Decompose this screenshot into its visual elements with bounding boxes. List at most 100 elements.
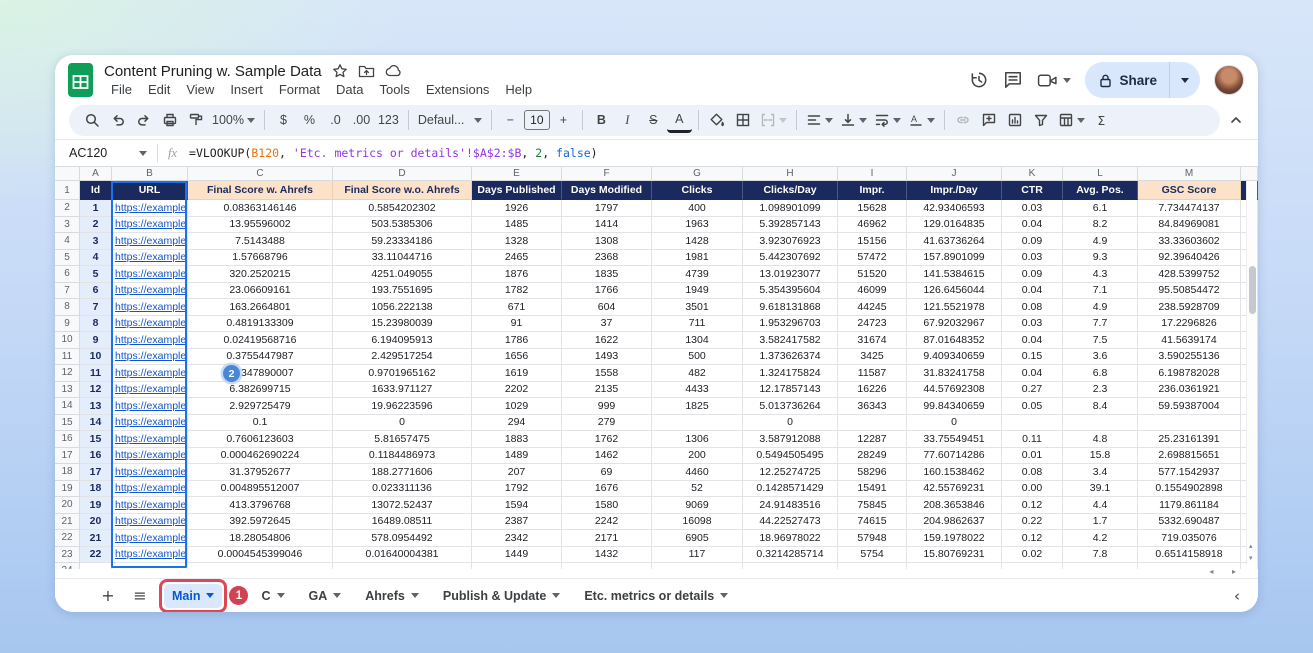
insert-comment-icon[interactable] [977, 108, 1002, 133]
formula-input[interactable]: =VLOOKUP(B120, 'Etc. metrics or details'… [189, 146, 598, 160]
cell[interactable]: 2368 [562, 250, 652, 267]
cell[interactable]: 16489.08511 [333, 514, 472, 531]
cell[interactable]: 279 [562, 415, 652, 432]
menu-insert[interactable]: Insert [223, 81, 270, 98]
column-header-gsc-score[interactable]: GSC Score [1138, 181, 1241, 200]
cell[interactable]: 1633.971127 [333, 382, 472, 399]
cell[interactable]: 0.27 [1002, 382, 1063, 399]
cell[interactable]: 24.91483516 [743, 497, 838, 514]
cell[interactable]: 207 [472, 464, 562, 481]
cell[interactable]: 2202 [472, 382, 562, 399]
cell-id[interactable]: 8 [80, 316, 112, 333]
cell[interactable]: 1.7 [1063, 514, 1138, 531]
cell-url-link[interactable]: https://example. [112, 415, 188, 432]
menu-edit[interactable]: Edit [141, 81, 177, 98]
cell[interactable]: 16098 [652, 514, 743, 531]
cell[interactable]: 711 [652, 316, 743, 333]
cell[interactable]: 0.04 [1002, 283, 1063, 300]
cell[interactable]: 0.5854202302 [333, 200, 472, 217]
cell-partial[interactable] [80, 563, 112, 569]
row-number-11[interactable]: 11 [55, 349, 80, 366]
cell[interactable]: 0.0004545399046 [188, 547, 333, 564]
cell-partial[interactable] [562, 563, 652, 569]
cell[interactable]: 1.324175824 [743, 365, 838, 382]
cell-url-link[interactable]: https://example. [112, 233, 188, 250]
cell[interactable]: 0.023311136 [333, 481, 472, 498]
increase-font-size-button[interactable]: + [551, 108, 576, 133]
cell[interactable]: 1963 [652, 217, 743, 234]
cell[interactable]: 31674 [838, 332, 907, 349]
cell[interactable]: 15156 [838, 233, 907, 250]
horizontal-scrollbar-arrows[interactable]: ◂ ▸ [1209, 567, 1244, 576]
create-filter-icon[interactable] [1029, 108, 1054, 133]
cell[interactable]: 4.4 [1063, 497, 1138, 514]
cell-id[interactable]: 22 [80, 547, 112, 564]
italic-button[interactable]: I [615, 108, 640, 133]
cell[interactable]: 15628 [838, 200, 907, 217]
cell[interactable]: 5.442307692 [743, 250, 838, 267]
cell[interactable]: 87.01648352 [907, 332, 1002, 349]
document-title[interactable]: Content Pruning w. Sample Data [104, 63, 322, 80]
cell[interactable]: 0.1 [188, 415, 333, 432]
cell-partial[interactable] [472, 563, 562, 569]
cell-url-link[interactable]: https://example. [112, 448, 188, 465]
cell[interactable]: 1029 [472, 398, 562, 415]
column-header-final-score-w-ahrefs[interactable]: Final Score w. Ahrefs [188, 181, 333, 200]
row-number-14[interactable]: 14 [55, 398, 80, 415]
cell[interactable]: 84.84969081 [1138, 217, 1241, 234]
column-letter-B[interactable]: B [112, 167, 188, 181]
borders-icon[interactable] [731, 108, 756, 133]
cell-id[interactable]: 10 [80, 349, 112, 366]
cell[interactable]: 5.013736264 [743, 398, 838, 415]
cell[interactable]: 19.96223596 [333, 398, 472, 415]
strikethrough-button[interactable]: S [641, 108, 666, 133]
cell[interactable]: 0 [743, 415, 838, 432]
scroll-down-arrow[interactable]: ▾ [1249, 555, 1253, 562]
cell[interactable]: 17.2296826 [1138, 316, 1241, 333]
cloud-saved-icon[interactable] [385, 64, 403, 78]
cell-id[interactable]: 20 [80, 514, 112, 531]
column-letter-E[interactable]: E [472, 167, 562, 181]
column-letter-I[interactable]: I [838, 167, 907, 181]
cell[interactable]: 188.2771606 [333, 464, 472, 481]
cell[interactable]: 7.734474137 [1138, 200, 1241, 217]
column-letter-K[interactable]: K [1002, 167, 1063, 181]
cell-id[interactable]: 11 [80, 365, 112, 382]
cell[interactable]: 12.17857143 [743, 382, 838, 399]
cell-id[interactable]: 12 [80, 382, 112, 399]
cell[interactable]: 1835 [562, 266, 652, 283]
menu-tools[interactable]: Tools [372, 81, 416, 98]
sheet-tab-etc-metrics-or-details[interactable]: Etc. metrics or details [575, 584, 737, 608]
cell[interactable]: 91 [472, 316, 562, 333]
cell[interactable]: 4433 [652, 382, 743, 399]
cell[interactable]: 0.08 [1002, 299, 1063, 316]
cell[interactable]: 1926 [472, 200, 562, 217]
cell[interactable]: 0 [333, 415, 472, 432]
cell[interactable]: 4251.049055 [333, 266, 472, 283]
cell[interactable]: 238.5928709 [1138, 299, 1241, 316]
cell[interactable]: 2171 [562, 530, 652, 547]
cell[interactable]: 1414 [562, 217, 652, 234]
cell[interactable]: 42.55769231 [907, 481, 1002, 498]
cell[interactable]: 0.5494505495 [743, 448, 838, 465]
cell[interactable]: 2465 [472, 250, 562, 267]
row-number-2[interactable]: 2 [55, 200, 80, 217]
cell-partial[interactable] [188, 563, 333, 569]
cell[interactable]: 25.23161391 [1138, 431, 1241, 448]
meet-video-icon[interactable] [1037, 72, 1071, 89]
cell[interactable]: 117 [652, 547, 743, 564]
cell[interactable]: 5.81657475 [333, 431, 472, 448]
cell[interactable]: 0.08 [1002, 464, 1063, 481]
zoom-select[interactable]: 100% [209, 108, 258, 133]
row-number-9[interactable]: 9 [55, 316, 80, 333]
cell[interactable]: 51520 [838, 266, 907, 283]
cell[interactable]: 0.04 [1002, 217, 1063, 234]
cell-id[interactable]: 6 [80, 283, 112, 300]
cell[interactable]: 0.11 [1002, 431, 1063, 448]
filter-views-icon[interactable] [1055, 108, 1088, 133]
cell[interactable]: 193.7551695 [333, 283, 472, 300]
menu-view[interactable]: View [179, 81, 221, 98]
cell[interactable]: 9.618131868 [743, 299, 838, 316]
sheet-tab-caret-icon[interactable] [206, 593, 214, 598]
all-sheets-button[interactable]: ≡ [127, 586, 153, 605]
